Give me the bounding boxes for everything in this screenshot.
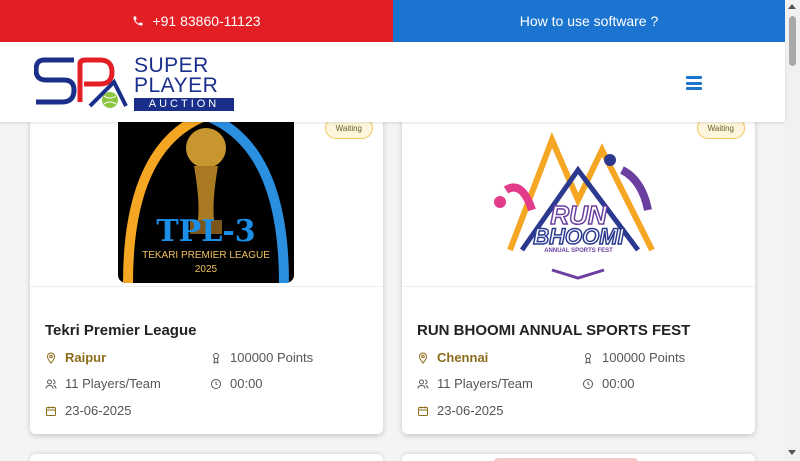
location-pin-icon xyxy=(46,351,56,364)
tpl-logo-title: TPL-3 xyxy=(156,214,256,249)
calendar-icon xyxy=(418,406,428,416)
top-bar: +91 83860-11123 How to use software ? xyxy=(0,0,785,42)
points-value: 100000 Points xyxy=(230,350,314,365)
players-info: 11 Players/Team xyxy=(45,376,161,391)
points-value: 100000 Points xyxy=(602,350,686,365)
time-info: 00:00 xyxy=(210,376,263,391)
run-logo-tagline: ANNUAL SPORTS FEST xyxy=(544,248,613,254)
city-name: Raipur xyxy=(65,350,107,365)
tpl-logo-image: TPL-3 TEKARI PREMIER LEAGUE 2025 xyxy=(118,100,294,283)
phone-icon xyxy=(133,16,143,26)
points-info: 100000 Points xyxy=(582,350,685,365)
logo-line-player: PLAYER xyxy=(134,74,219,97)
run-logo-subtitle: BHOOMI xyxy=(533,223,625,250)
city-name: Chennai xyxy=(437,350,489,365)
tournament-card[interactable]: TPL-3 TEKARI PREMIER LEAGUE 2025 Waiting… xyxy=(30,100,383,434)
tournament-title: RUN BHOOMI ANNUAL SPORTS FEST xyxy=(417,322,691,339)
time-info: 00:00 xyxy=(582,376,635,391)
logo-line-super: SUPER xyxy=(134,54,209,77)
next-tournament-card[interactable] xyxy=(30,454,383,461)
how-to-use-label: How to use software ? xyxy=(519,13,659,29)
users-icon xyxy=(417,379,429,389)
site-header: SUPER PLAYER AUCTION xyxy=(0,42,785,122)
calendar-icon xyxy=(46,406,56,416)
menu-toggle-icon[interactable] xyxy=(686,76,702,90)
logo-wordmark: SUPER PLAYER AUCTION xyxy=(134,54,234,111)
tournament-title: Tekri Premier League xyxy=(45,322,197,339)
next-tournament-card[interactable] xyxy=(402,454,755,461)
phone-number: +91 83860-11123 xyxy=(152,13,261,29)
scroll-down-arrow-icon[interactable] xyxy=(788,450,796,455)
tpl-logo-year: 2025 xyxy=(194,264,218,275)
start-time: 00:00 xyxy=(602,376,635,391)
points-info: 100000 Points xyxy=(210,350,313,365)
logo-line-auction: AUCTION xyxy=(134,98,234,111)
tpl-logo-subtitle: TEKARI PREMIER LEAGUE xyxy=(142,250,270,261)
date-info: 23-06-2025 xyxy=(417,403,504,418)
start-time: 00:00 xyxy=(230,376,263,391)
event-date: 23-06-2025 xyxy=(437,403,504,418)
clock-icon xyxy=(583,378,593,389)
tournament-card[interactable]: RUN BHOOMI ANNUAL SPORTS FEST Waiting RU… xyxy=(402,100,755,434)
players-per-team: 11 Players/Team xyxy=(437,376,533,391)
city-info: Raipur xyxy=(45,350,106,365)
award-icon xyxy=(585,352,591,364)
event-date: 23-06-2025 xyxy=(65,403,132,418)
sp-monogram-icon xyxy=(34,57,128,108)
super-player-auction-logo[interactable]: SUPER PLAYER AUCTION xyxy=(34,54,234,111)
page-scrollbar[interactable] xyxy=(785,0,800,461)
clock-icon xyxy=(211,378,221,389)
city-info: Chennai xyxy=(417,350,488,365)
card-details: RUN BHOOMI ANNUAL SPORTS FEST Chennai 10… xyxy=(402,286,755,434)
users-icon xyxy=(45,379,57,389)
players-info: 11 Players/Team xyxy=(417,376,533,391)
phone-link[interactable]: +91 83860-11123 xyxy=(0,0,393,42)
card-details: Tekri Premier League Raipur 100000 Point… xyxy=(30,286,383,434)
award-icon xyxy=(213,352,219,364)
scroll-thumb[interactable] xyxy=(789,16,796,66)
how-to-use-link[interactable]: How to use software ? xyxy=(393,0,785,42)
location-pin-icon xyxy=(418,351,428,364)
date-info: 23-06-2025 xyxy=(45,403,132,418)
page: +91 83860-11123 How to use software ? SU… xyxy=(0,0,800,461)
players-per-team: 11 Players/Team xyxy=(65,376,161,391)
scroll-up-arrow-icon[interactable] xyxy=(788,4,796,9)
